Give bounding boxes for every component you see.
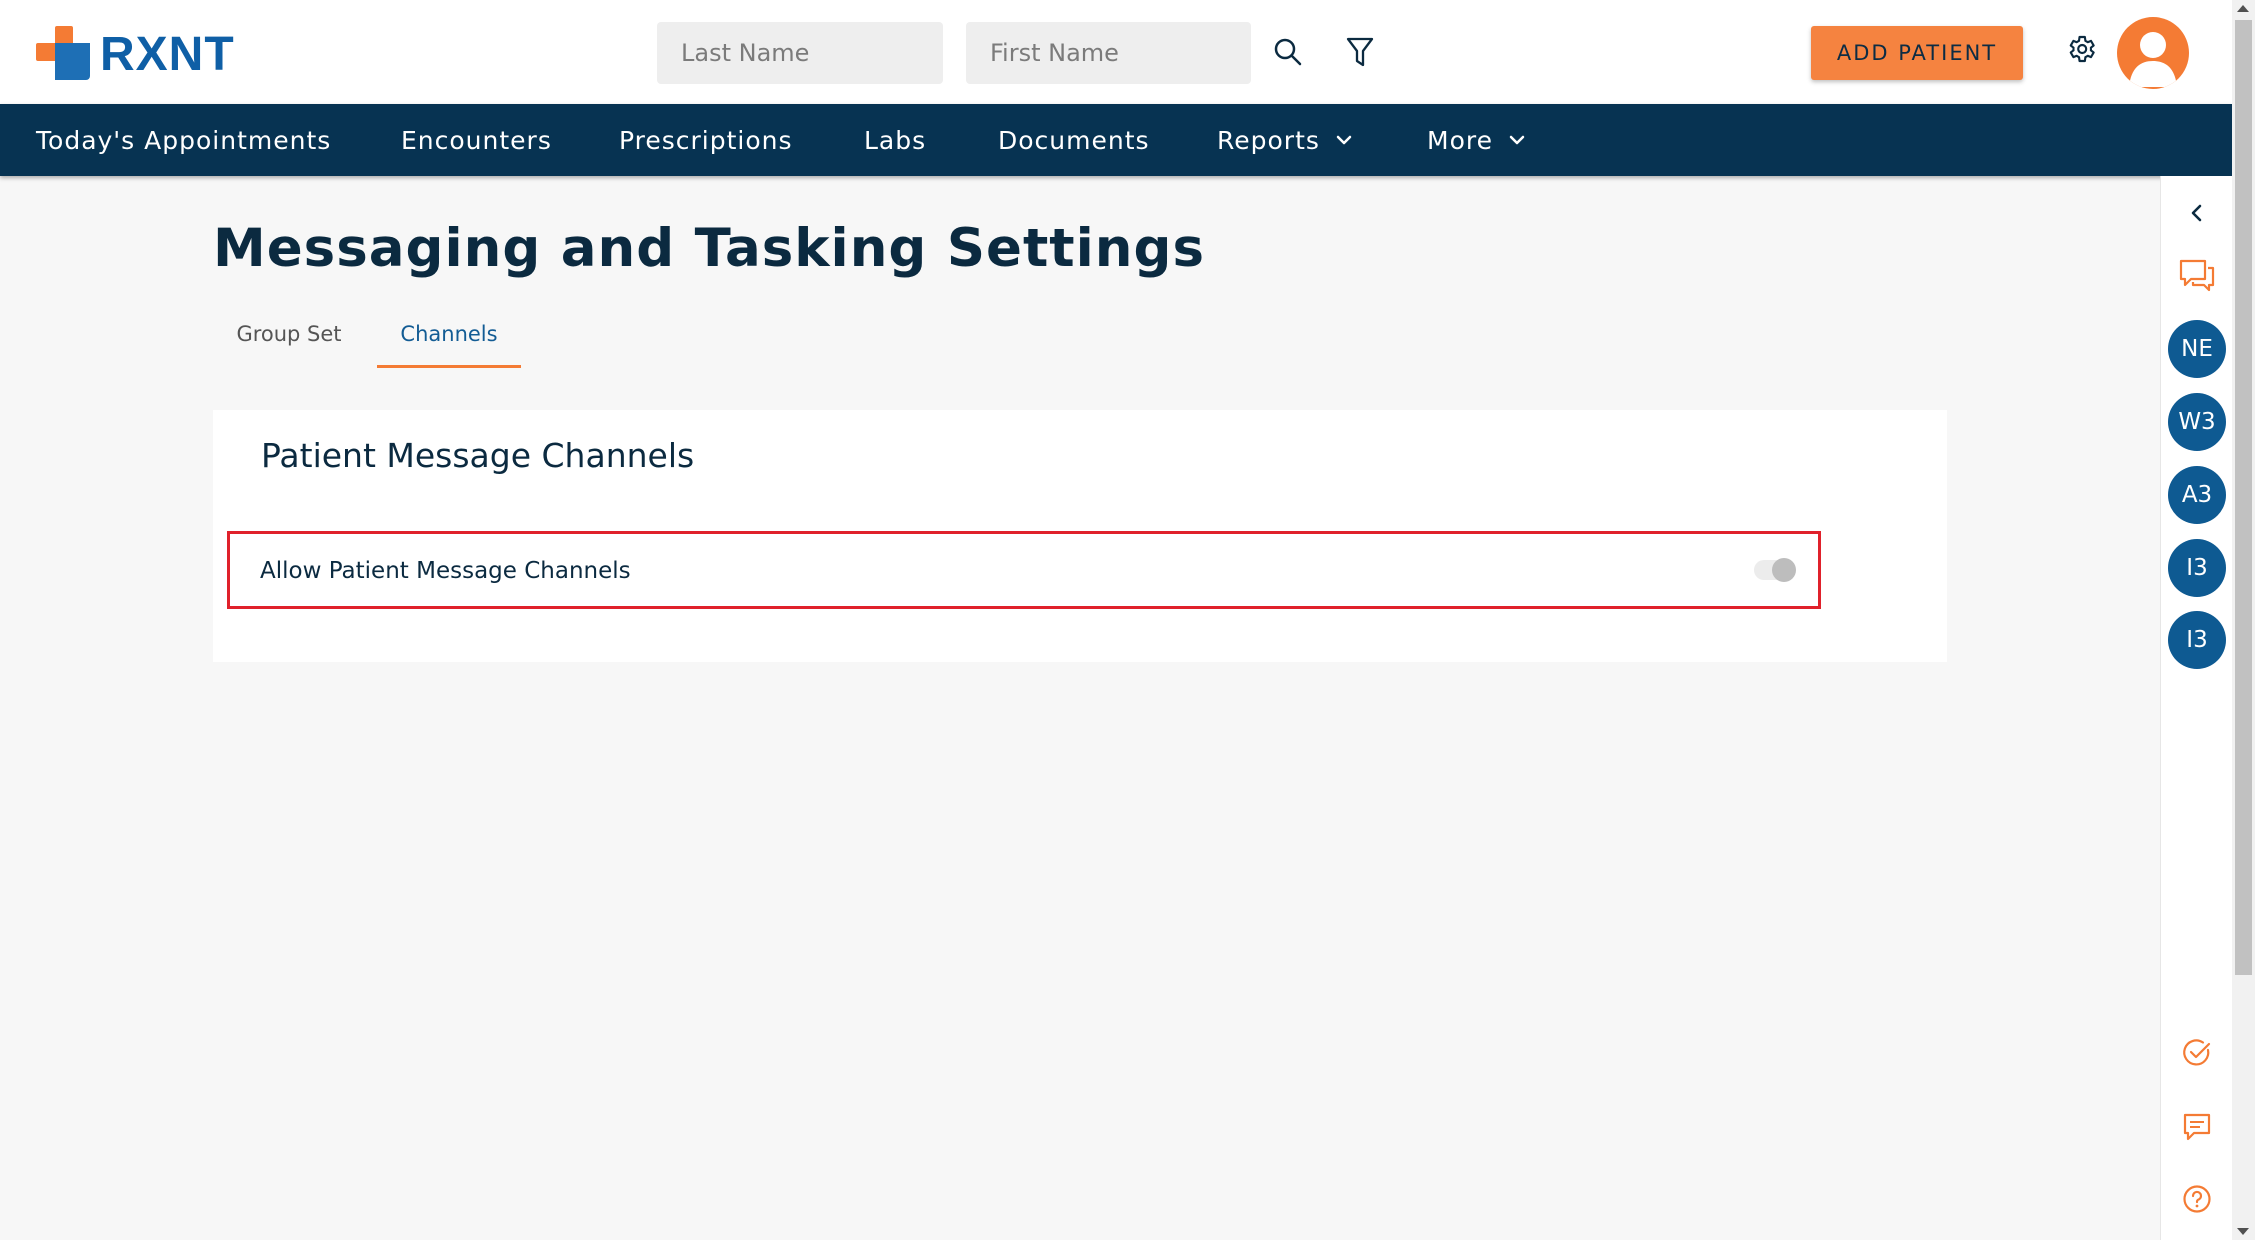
search-icon[interactable] bbox=[1268, 32, 1308, 72]
nav-documents[interactable]: Documents bbox=[998, 104, 1150, 176]
right-rail: NE W3 A3 I3 I3 bbox=[2160, 176, 2232, 1240]
help-icon[interactable] bbox=[2161, 1180, 2233, 1218]
nav-label: Reports bbox=[1217, 125, 1320, 155]
allow-channels-setting-row: Allow Patient Message Channels bbox=[227, 531, 1821, 609]
page-scrollbar[interactable] bbox=[2232, 0, 2255, 1240]
chevron-down-icon bbox=[1336, 135, 1352, 145]
page-title: Messaging and Tasking Settings bbox=[213, 218, 1205, 279]
allow-channels-toggle[interactable] bbox=[1754, 558, 1796, 582]
scroll-up-arrow-icon[interactable] bbox=[2237, 5, 2249, 12]
card-title: Patient Message Channels bbox=[261, 436, 695, 475]
top-header: RXNT ADD PATIENT bbox=[0, 0, 2232, 104]
nav-reports[interactable]: Reports bbox=[1217, 104, 1352, 176]
gear-icon[interactable] bbox=[2064, 32, 2098, 66]
rail-user-i3-2[interactable]: I3 bbox=[2161, 610, 2233, 670]
scroll-thumb[interactable] bbox=[2235, 20, 2252, 975]
main-nav: Today's Appointments Encounters Prescrip… bbox=[0, 104, 2232, 176]
chat-bubbles-icon[interactable] bbox=[2161, 256, 2233, 296]
add-patient-button[interactable]: ADD PATIENT bbox=[1811, 26, 2023, 80]
patient-message-channels-card: Patient Message Channels Allow Patient M… bbox=[213, 410, 1947, 662]
initials-badge: NE bbox=[2168, 320, 2226, 378]
nav-label: Today's Appointments bbox=[36, 125, 332, 155]
nav-prescriptions[interactable]: Prescriptions bbox=[619, 104, 793, 176]
rail-user-w3[interactable]: W3 bbox=[2161, 392, 2233, 452]
nav-more[interactable]: More bbox=[1427, 104, 1525, 176]
first-name-input[interactable] bbox=[966, 22, 1251, 84]
logo-cross-icon bbox=[36, 26, 92, 82]
logo-text: RXNT bbox=[100, 27, 235, 81]
message-icon[interactable] bbox=[2161, 1108, 2233, 1146]
nav-label: More bbox=[1427, 125, 1493, 155]
nav-label: Documents bbox=[998, 125, 1150, 155]
nav-todays-appointments[interactable]: Today's Appointments bbox=[36, 104, 331, 176]
rail-user-i3[interactable]: I3 bbox=[2161, 538, 2233, 598]
nav-encounters[interactable]: Encounters bbox=[401, 104, 552, 176]
last-name-input[interactable] bbox=[657, 22, 943, 84]
nav-label: Prescriptions bbox=[619, 125, 793, 155]
initials-badge: A3 bbox=[2168, 466, 2226, 524]
tab-channels[interactable]: Channels bbox=[377, 322, 521, 368]
setting-label: Allow Patient Message Channels bbox=[260, 558, 631, 584]
user-avatar-icon[interactable] bbox=[2117, 17, 2189, 89]
rail-user-a3[interactable]: A3 bbox=[2161, 465, 2233, 525]
rxnt-logo[interactable]: RXNT bbox=[36, 26, 235, 82]
nav-label: Labs bbox=[864, 125, 927, 155]
initials-badge: I3 bbox=[2168, 539, 2226, 597]
chevron-left-icon[interactable] bbox=[2161, 196, 2233, 230]
filter-icon[interactable] bbox=[1340, 32, 1380, 72]
toggle-knob bbox=[1772, 558, 1796, 582]
rail-user-ne[interactable]: NE bbox=[2161, 319, 2233, 379]
nav-label: Encounters bbox=[401, 125, 552, 155]
tab-group-set[interactable]: Group Set bbox=[226, 322, 352, 368]
initials-badge: I3 bbox=[2168, 611, 2226, 669]
initials-badge: W3 bbox=[2168, 393, 2226, 451]
check-circle-icon[interactable] bbox=[2161, 1034, 2233, 1072]
nav-labs[interactable]: Labs bbox=[864, 104, 926, 176]
scroll-down-arrow-icon[interactable] bbox=[2237, 1228, 2249, 1235]
chevron-down-icon bbox=[1509, 135, 1525, 145]
